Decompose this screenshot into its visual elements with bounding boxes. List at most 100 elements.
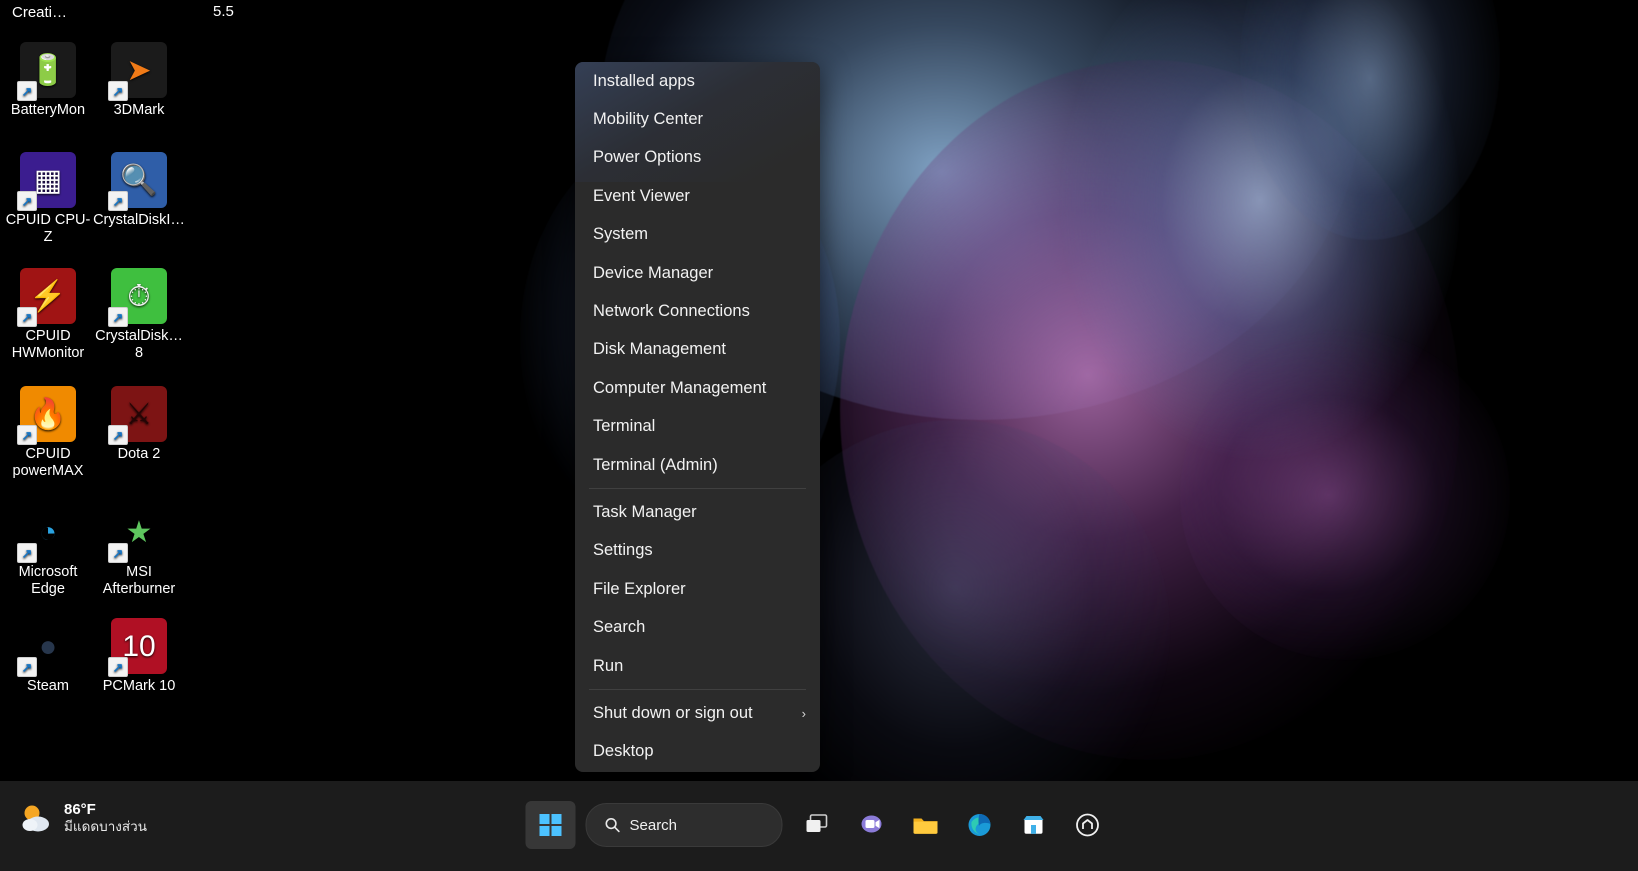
start-button[interactable] <box>525 801 576 849</box>
desktop-icon-cpuid-powermax[interactable]: 🔥 ↗ CPUID powerMAX <box>2 386 94 480</box>
winx-item-power-options[interactable]: Power Options <box>575 139 820 177</box>
winx-item-label: Run <box>593 656 624 675</box>
3dmark-icon: ➤ ↗ <box>108 42 167 101</box>
winx-item-network-connections[interactable]: Network Connections <box>575 292 820 330</box>
crystaldiskmark-icon: ⏱ ↗ <box>108 268 167 327</box>
winx-item-system[interactable]: System <box>575 216 820 254</box>
steam-icon: ● ↗ <box>17 618 76 677</box>
winx-item-terminal[interactable]: Terminal <box>575 408 820 446</box>
winx-item-disk-management[interactable]: Disk Management <box>575 331 820 369</box>
winx-item-label: Computer Management <box>593 378 767 397</box>
winx-item-terminal-admin[interactable]: Terminal (Admin) <box>575 446 820 484</box>
desktop-icon-label: CPUID CPU-Z <box>5 212 91 245</box>
desktop-fragment-55: 5.5 <box>213 3 234 20</box>
shortcut-arrow-icon: ↗ <box>108 81 128 101</box>
desktop-icon-cpuid-cpu-z[interactable]: ▦ ↗ CPUID CPU-Z <box>2 152 94 246</box>
desktop-icon-label: CPUID HWMonitor <box>11 328 85 361</box>
weather-text: 86°F มีแดดบางส่วน <box>64 801 147 835</box>
store-button[interactable] <box>1009 801 1059 849</box>
desktop-icon-label: Steam <box>27 678 69 694</box>
winx-item-label: Task Manager <box>593 502 697 521</box>
cpuid-hwmonitor-icon: ⚡ ↗ <box>17 268 76 327</box>
dota-2-icon: ⚔ ↗ <box>108 386 167 445</box>
chat-button[interactable] <box>847 801 897 849</box>
cpuid-cpu-z-icon: ▦ ↗ <box>17 152 76 211</box>
desktop-icon-steam[interactable]: ● ↗ Steam <box>2 618 94 695</box>
shortcut-arrow-icon: ↗ <box>17 307 37 327</box>
winx-item-device-manager[interactable]: Device Manager <box>575 254 820 292</box>
taskbar-center-cluster: Search <box>525 797 1113 853</box>
winx-item-computer-management[interactable]: Computer Management <box>575 369 820 407</box>
winx-item-label: Terminal (Admin) <box>593 455 718 474</box>
winx-item-label: Mobility Center <box>593 110 704 129</box>
desktop-icon-3dmark[interactable]: ➤ ↗ 3DMark <box>93 42 185 119</box>
winx-item-label: Settings <box>593 541 653 560</box>
microsoft-store-icon <box>1023 816 1044 834</box>
shortcut-arrow-icon: ↗ <box>17 81 37 101</box>
winx-power-user-menu[interactable]: Installed apps Mobility Center Power Optio… <box>575 62 820 772</box>
winx-item-label: Event Viewer <box>593 186 690 205</box>
winx-item-label: Terminal <box>593 417 656 436</box>
winx-item-run[interactable]: Run <box>575 647 820 685</box>
desktop-icon-label: CPUID powerMAX <box>12 446 84 479</box>
desktop-icon-crystaldiskmark[interactable]: ⏱ ↗ CrystalDisk… 8 <box>93 268 185 362</box>
crystaldiskinfo-icon: 🔍 ↗ <box>108 152 167 211</box>
winx-item-event-viewer[interactable]: Event Viewer <box>575 177 820 215</box>
app-button[interactable] <box>1063 801 1113 849</box>
file-explorer-button[interactable] <box>901 801 951 849</box>
winx-item-task-manager[interactable]: Task Manager <box>575 493 820 531</box>
winx-item-installed-apps[interactable]: Installed apps <box>575 62 820 100</box>
menu-separator <box>589 488 806 490</box>
desktop-icon-cpuid-hwmonitor[interactable]: ⚡ ↗ CPUID HWMonitor <box>2 268 94 362</box>
shortcut-arrow-icon: ↗ <box>17 657 37 677</box>
winx-item-label: Shut down or sign out <box>593 703 753 722</box>
desktop-icon-label: CrystalDisk… 8 <box>95 328 183 361</box>
search-icon <box>605 817 620 833</box>
desktop-icon-microsoft-edge[interactable]: ◔ ↗ Microsoft Edge <box>2 504 94 598</box>
winx-item-label: File Explorer <box>593 579 686 598</box>
shortcut-arrow-icon: ↗ <box>108 191 128 211</box>
weather-condition: มีแดดบางส่วน <box>64 819 147 834</box>
microsoft-edge-icon: ◔ ↗ <box>17 504 76 563</box>
shortcut-arrow-icon: ↗ <box>17 425 37 445</box>
winx-item-desktop[interactable]: Desktop <box>575 733 820 771</box>
ring-app-icon <box>1076 813 1099 837</box>
shortcut-arrow-icon: ↗ <box>108 543 128 563</box>
wallpaper-swirl-5 <box>1180 330 1510 660</box>
winx-item-label: Power Options <box>593 148 702 167</box>
desktop-icon-dota-2[interactable]: ⚔ ↗ Dota 2 <box>93 386 185 463</box>
winx-item-label: Desktop <box>593 742 654 761</box>
shortcut-arrow-icon: ↗ <box>108 425 128 445</box>
shortcut-arrow-icon: ↗ <box>17 543 37 563</box>
desktop-icon-batterymon[interactable]: 🔋 ↗ BatteryMon <box>2 42 94 119</box>
folder-icon <box>913 818 938 834</box>
winx-item-label: Disk Management <box>593 340 726 359</box>
winx-item-file-explorer[interactable]: File Explorer <box>575 570 820 608</box>
desktop-icon-label: MSI Afterburner <box>102 564 176 597</box>
chat-teams-icon <box>861 815 882 833</box>
desktop-icon-label: BatteryMon <box>10 102 86 118</box>
search-label: Search <box>629 816 678 834</box>
desktop-icon-pcmark-10[interactable]: 10 ↗ PCMark 10 <box>93 618 185 695</box>
pcmark-10-icon: 10 ↗ <box>108 618 167 677</box>
winx-item-label: Network Connections <box>593 302 750 321</box>
partly-sunny-icon <box>18 802 54 834</box>
shortcut-arrow-icon: ↗ <box>17 191 37 211</box>
desktop-icon-grid: 🔋 ↗ BatteryMon ➤ ↗ 3DMark ▦ ↗ CPUID CPU-Z 🔍 ↗ Cryst… <box>0 0 200 780</box>
desktop-icon-label: Microsoft Edge <box>18 564 78 597</box>
task-view-button[interactable] <box>793 801 843 849</box>
desktop-fragment-creati: Creati… <box>12 4 68 21</box>
desktop-icon-crystaldiskinfo[interactable]: 🔍 ↗ CrystalDiskI… <box>93 152 185 229</box>
winx-item-search[interactable]: Search <box>575 608 820 646</box>
winx-item-settings[interactable]: Settings <box>575 532 820 570</box>
taskbar: 86°F มีแดดบางส่วน Search <box>0 781 1638 871</box>
winx-item-label: System <box>593 225 649 244</box>
edge-icon <box>968 813 991 836</box>
edge-button[interactable] <box>955 801 1005 849</box>
weather-widget[interactable]: 86°F มีแดดบางส่วน <box>18 801 147 835</box>
batterymon-icon: 🔋 ↗ <box>17 42 76 101</box>
winx-item-shut-down-or-sign-out[interactable]: Shut down or sign out › <box>575 694 820 732</box>
winx-item-mobility-center[interactable]: Mobility Center <box>575 100 820 138</box>
search-box[interactable]: Search <box>585 803 783 847</box>
desktop-icon-msi-afterburner[interactable]: ★ ↗ MSI Afterburner <box>93 504 185 598</box>
